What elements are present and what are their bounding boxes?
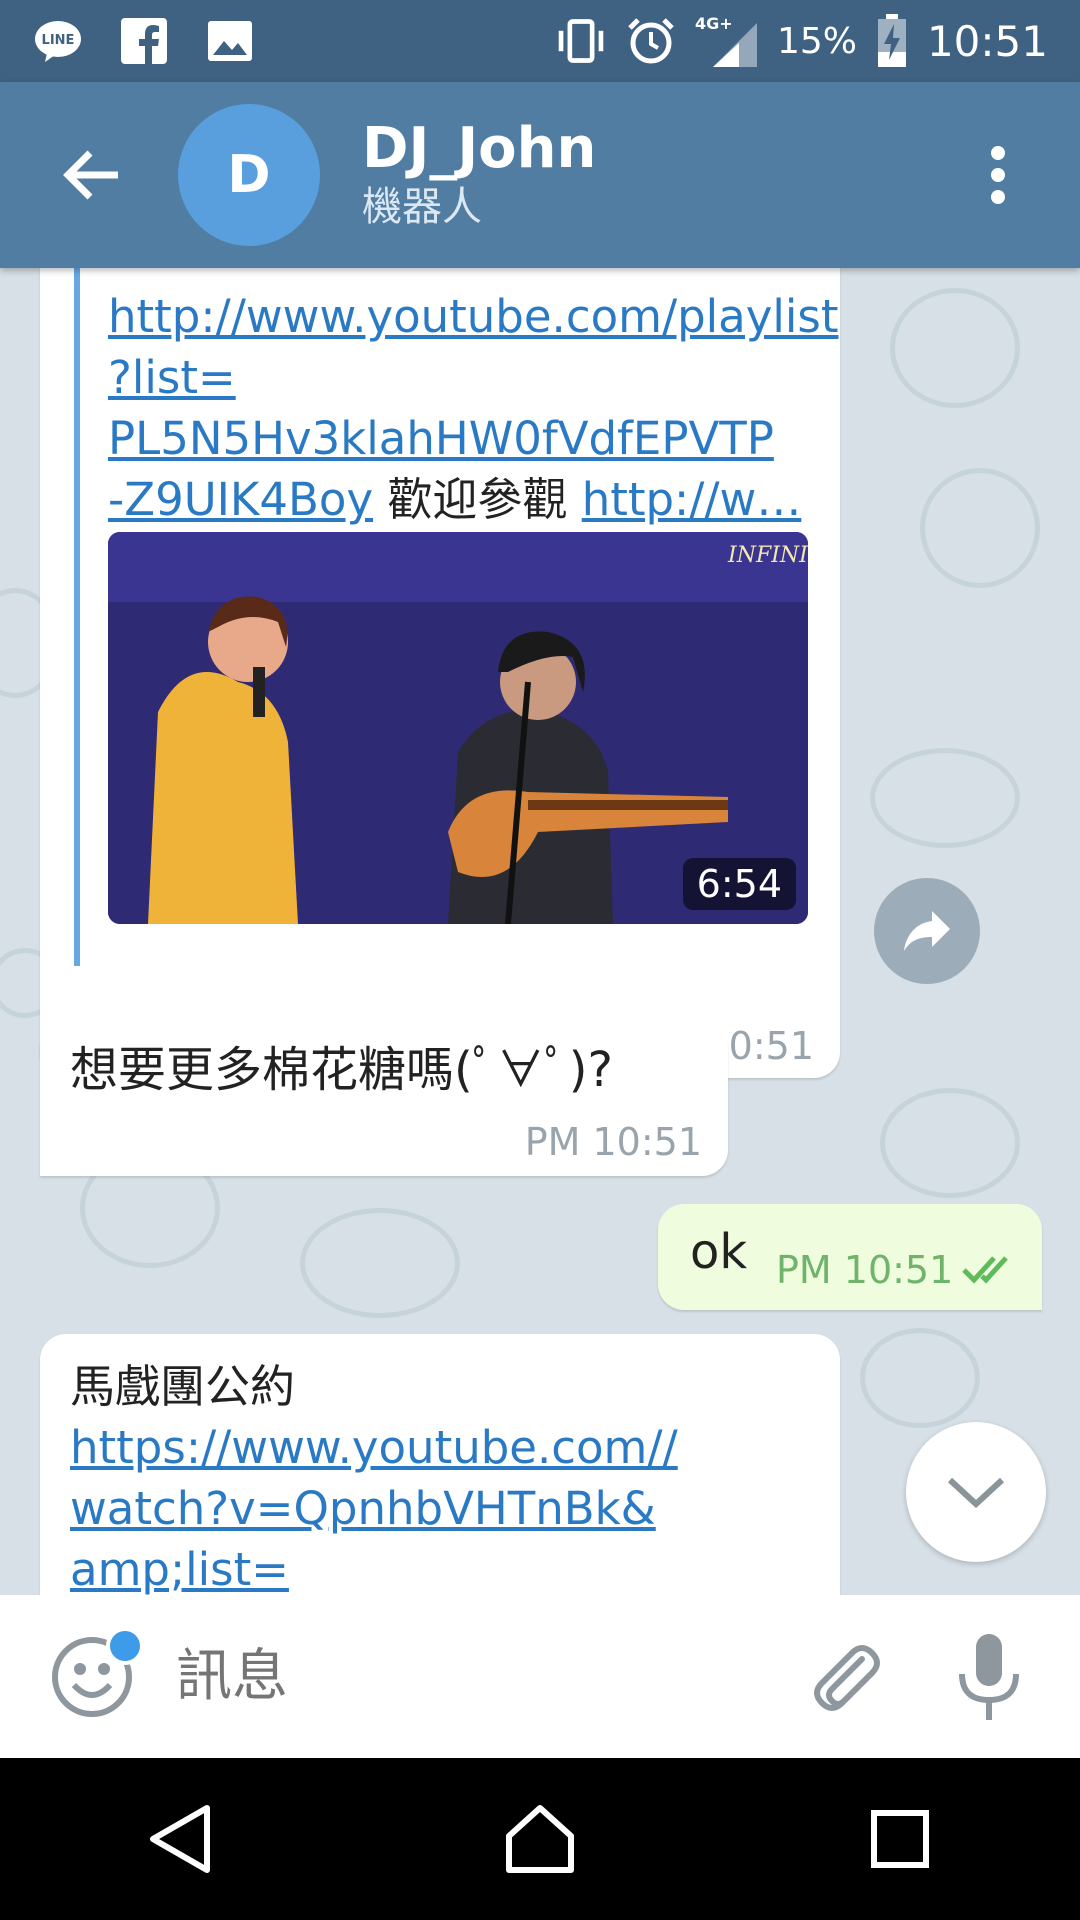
message-text: http://www.youtube.com/playlist ?list= P… (108, 286, 838, 530)
message-input[interactable] (174, 1643, 738, 1710)
message-text: 想要更多棉花糖嗎(ﾟ∀ﾟ)? (70, 1042, 613, 1098)
share-arrow-icon (904, 911, 950, 951)
message-title: 馬戲團公約 (70, 1360, 296, 1413)
vibrate-icon (555, 15, 607, 67)
chat-title: DJ_John (362, 116, 597, 181)
back-button[interactable] (52, 135, 132, 215)
background-doodle (920, 468, 1040, 588)
background-doodle (880, 1088, 1020, 1198)
network-type: 4G+ (695, 14, 733, 33)
background-doodle (300, 1208, 460, 1318)
message-link[interactable]: amp;list= (70, 1543, 289, 1595)
nav-home-button[interactable] (490, 1789, 590, 1889)
attach-button[interactable] (804, 1637, 884, 1717)
back-arrow-icon (63, 150, 118, 200)
message-link[interactable]: http://www.youtube.com/playlist (108, 290, 838, 343)
message-link[interactable]: PL5N5Hv3klahHW0fVdfEPVTP (108, 412, 774, 465)
nav-recents-button[interactable] (850, 1789, 950, 1889)
alarm-icon (625, 15, 677, 67)
message-bubble-incoming[interactable]: 馬戲團公約 https://www.youtube.com// watch?v=… (40, 1334, 840, 1595)
paperclip-icon (814, 1644, 880, 1711)
message-plain-text: 歡迎參觀 (373, 473, 582, 526)
message-text: ok (690, 1224, 748, 1280)
battery-percent: 15% (776, 20, 857, 62)
double-check-icon (962, 1256, 1008, 1284)
chat-header: D DJ_John 機器人 (0, 82, 1080, 268)
clock: 10:51 (926, 16, 1048, 66)
scroll-to-bottom-button[interactable] (906, 1422, 1046, 1562)
message-link[interactable]: ?list= (108, 351, 236, 404)
notification-dot (106, 1626, 144, 1665)
recents-square-icon (871, 1810, 929, 1868)
message-input-bar (0, 1595, 1080, 1758)
signal-icon: 4G+ (695, 14, 759, 67)
background-doodle (870, 748, 1020, 848)
message-time: PM 10:51 (524, 1120, 702, 1164)
message-bubble-incoming[interactable]: 想要更多棉花糖嗎(ﾟ∀ﾟ)? PM 10:51 (40, 1022, 728, 1176)
svg-text:INFINI: INFINI (727, 543, 808, 568)
voice-record-button[interactable] (954, 1632, 1024, 1722)
avatar[interactable]: D (178, 104, 320, 246)
chevron-down-icon (947, 1477, 1005, 1509)
message-link[interactable]: http://w… (582, 473, 802, 526)
avatar-letter: D (227, 145, 271, 205)
forward-button[interactable] (874, 878, 980, 984)
video-duration: 6:54 (682, 858, 796, 910)
background-doodle (890, 288, 1020, 408)
system-navigation-bar (0, 1758, 1080, 1920)
message-link[interactable]: https://www.youtube.com// (70, 1421, 678, 1474)
nav-back-button[interactable] (130, 1789, 230, 1889)
chat-area[interactable]: http://www.youtube.com/playlist ?list= P… (0, 268, 1080, 1595)
triangle-back-icon (150, 1805, 210, 1873)
message-link[interactable]: -Z9UIK4Boy (108, 473, 373, 526)
message-bubble-incoming[interactable]: http://www.youtube.com/playlist ?list= P… (40, 268, 840, 1078)
status-bar: LINE 4G+ 15% 10:51 (0, 0, 1080, 82)
svg-text:LINE: LINE (42, 33, 75, 48)
more-menu-button[interactable] (968, 125, 1028, 225)
background-doodle (860, 1328, 980, 1428)
chat-title-block[interactable]: DJ_John 機器人 (362, 117, 596, 233)
facebook-icon (118, 15, 170, 67)
more-vertical-icon (991, 146, 1005, 204)
message-text: 馬戲團公約 https://www.youtube.com// watch?v=… (70, 1356, 678, 1595)
battery-charging-icon (875, 14, 909, 67)
line-app-icon: LINE (32, 15, 84, 67)
home-icon (506, 1805, 574, 1873)
message-bubble-outgoing[interactable]: ok PM 10:51 (658, 1204, 1042, 1310)
gallery-icon (204, 15, 256, 67)
link-preview-bar (74, 268, 80, 966)
chat-subtitle: 機器人 (362, 184, 482, 230)
microphone-icon (959, 1633, 1019, 1720)
message-link[interactable]: watch?v=QpnhbVHTnBk& (70, 1482, 656, 1535)
message-time: PM 10:51 (776, 1248, 954, 1292)
video-thumbnail[interactable]: INFINI 6:54 (108, 532, 808, 924)
emoji-button[interactable] (50, 1626, 144, 1719)
